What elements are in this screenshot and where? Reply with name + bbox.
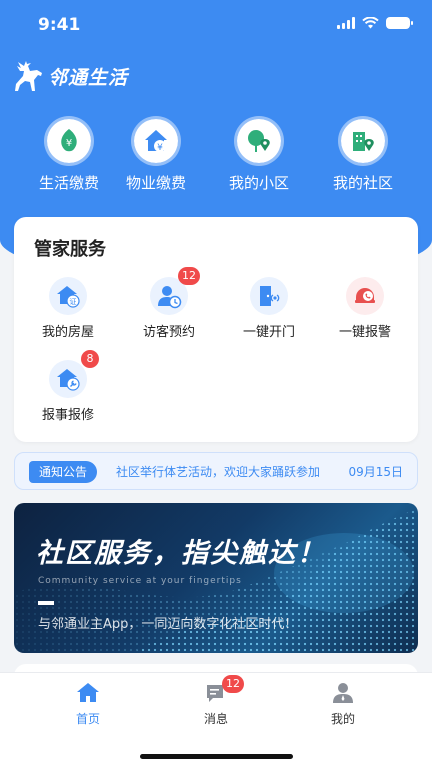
svg-text:证: 证: [70, 298, 77, 306]
home-icon: [76, 681, 100, 705]
top-menu-item-property-payment[interactable]: ¥ 物业缴费: [114, 116, 198, 193]
service-visitor-booking[interactable]: 12 访客预约: [124, 267, 214, 340]
house-wrench-icon: 8: [49, 350, 99, 398]
tab-label: 首页: [75, 712, 100, 726]
visitor-badge: 12: [178, 267, 200, 285]
tree-location-icon: [234, 116, 284, 166]
service-label: 访客预约: [142, 325, 195, 340]
top-menu-label: 我的社区: [332, 174, 393, 192]
door-signal-icon: [250, 277, 288, 315]
message-icon: 12: [204, 675, 244, 705]
status-icons: [337, 17, 413, 29]
messages-badge: 12: [222, 675, 244, 693]
tab-home[interactable]: 首页: [48, 681, 128, 727]
house-certificate-icon: 证: [49, 277, 87, 315]
battery-icon: [386, 17, 413, 29]
banner-accent-bar: [38, 601, 54, 605]
service-one-key-open-door[interactable]: 一键开门: [224, 277, 314, 340]
house-yen-icon: ¥: [131, 116, 181, 166]
tab-label: 消息: [203, 712, 228, 726]
service-label: 一键报警: [338, 325, 391, 340]
building-location-icon: [338, 116, 388, 166]
top-menu-item-my-community[interactable]: 我的社区: [321, 116, 405, 193]
steward-service-card: 管家服务 证 我的房屋 12 访客预约 一键开门 一键报警 8 报事报修: [14, 217, 418, 442]
service-report-repair[interactable]: 8 报事报修: [23, 350, 113, 423]
leaf-yen-icon: ¥: [44, 116, 94, 166]
wifi-icon: [362, 17, 379, 29]
banner-subtitle: 与邻通业主App，一同迈向数字化社区时代！: [38, 617, 298, 632]
notice-tag: 通知公告: [29, 461, 98, 483]
top-menu: ¥ 生活缴费 ¥ 物业缴费 我的小区 我的社区: [0, 116, 432, 193]
top-menu-label: 物业缴费: [125, 174, 186, 192]
service-label: 报事报修: [41, 408, 94, 423]
service-my-house[interactable]: 证 我的房屋: [23, 277, 113, 340]
notice-bar[interactable]: 通知公告 社区举行体艺活动，欢迎大家踊跃参加 09月15日: [14, 452, 418, 490]
section-title: 管家服务: [34, 239, 106, 260]
top-menu-label: 生活缴费: [38, 174, 99, 192]
app-name: 邻通生活: [48, 66, 129, 89]
alarm-phone-icon: [346, 277, 384, 315]
service-label: 我的房屋: [41, 325, 94, 340]
status-time: 9:41: [38, 15, 81, 35]
svg-text:¥: ¥: [157, 143, 163, 153]
profile-icon: [331, 681, 355, 705]
home-indicator[interactable]: [140, 754, 293, 759]
visitor-clock-icon: 12: [150, 267, 200, 315]
repair-badge: 8: [81, 350, 99, 368]
tab-label: 我的: [330, 712, 355, 726]
app-logo: 邻通生活: [12, 58, 128, 94]
deer-logo-icon: [15, 61, 42, 91]
top-menu-label: 我的小区: [228, 174, 289, 192]
banner-title: 社区服务，指尖触达！: [36, 538, 326, 569]
svg-text:¥: ¥: [66, 138, 72, 149]
banner-subtitle-en: Community service at your fingertips: [38, 576, 242, 586]
promo-banner[interactable]: 社区服务，指尖触达！ Community service at your fin…: [14, 503, 418, 653]
notice-date: 09月15日: [348, 465, 403, 479]
service-one-key-alarm[interactable]: 一键报警: [320, 277, 410, 340]
service-label: 一键开门: [242, 325, 295, 340]
notice-text[interactable]: 社区举行体艺活动，欢迎大家踊跃参加: [116, 453, 338, 491]
status-bar: 9:41: [0, 0, 432, 50]
tab-messages[interactable]: 12 消息: [176, 675, 256, 727]
tab-profile[interactable]: 我的: [303, 681, 383, 727]
top-menu-item-my-estate[interactable]: 我的小区: [217, 116, 301, 193]
top-menu-item-life-payment[interactable]: ¥ 生活缴费: [27, 116, 111, 193]
cellular-signal-icon: [337, 17, 355, 29]
